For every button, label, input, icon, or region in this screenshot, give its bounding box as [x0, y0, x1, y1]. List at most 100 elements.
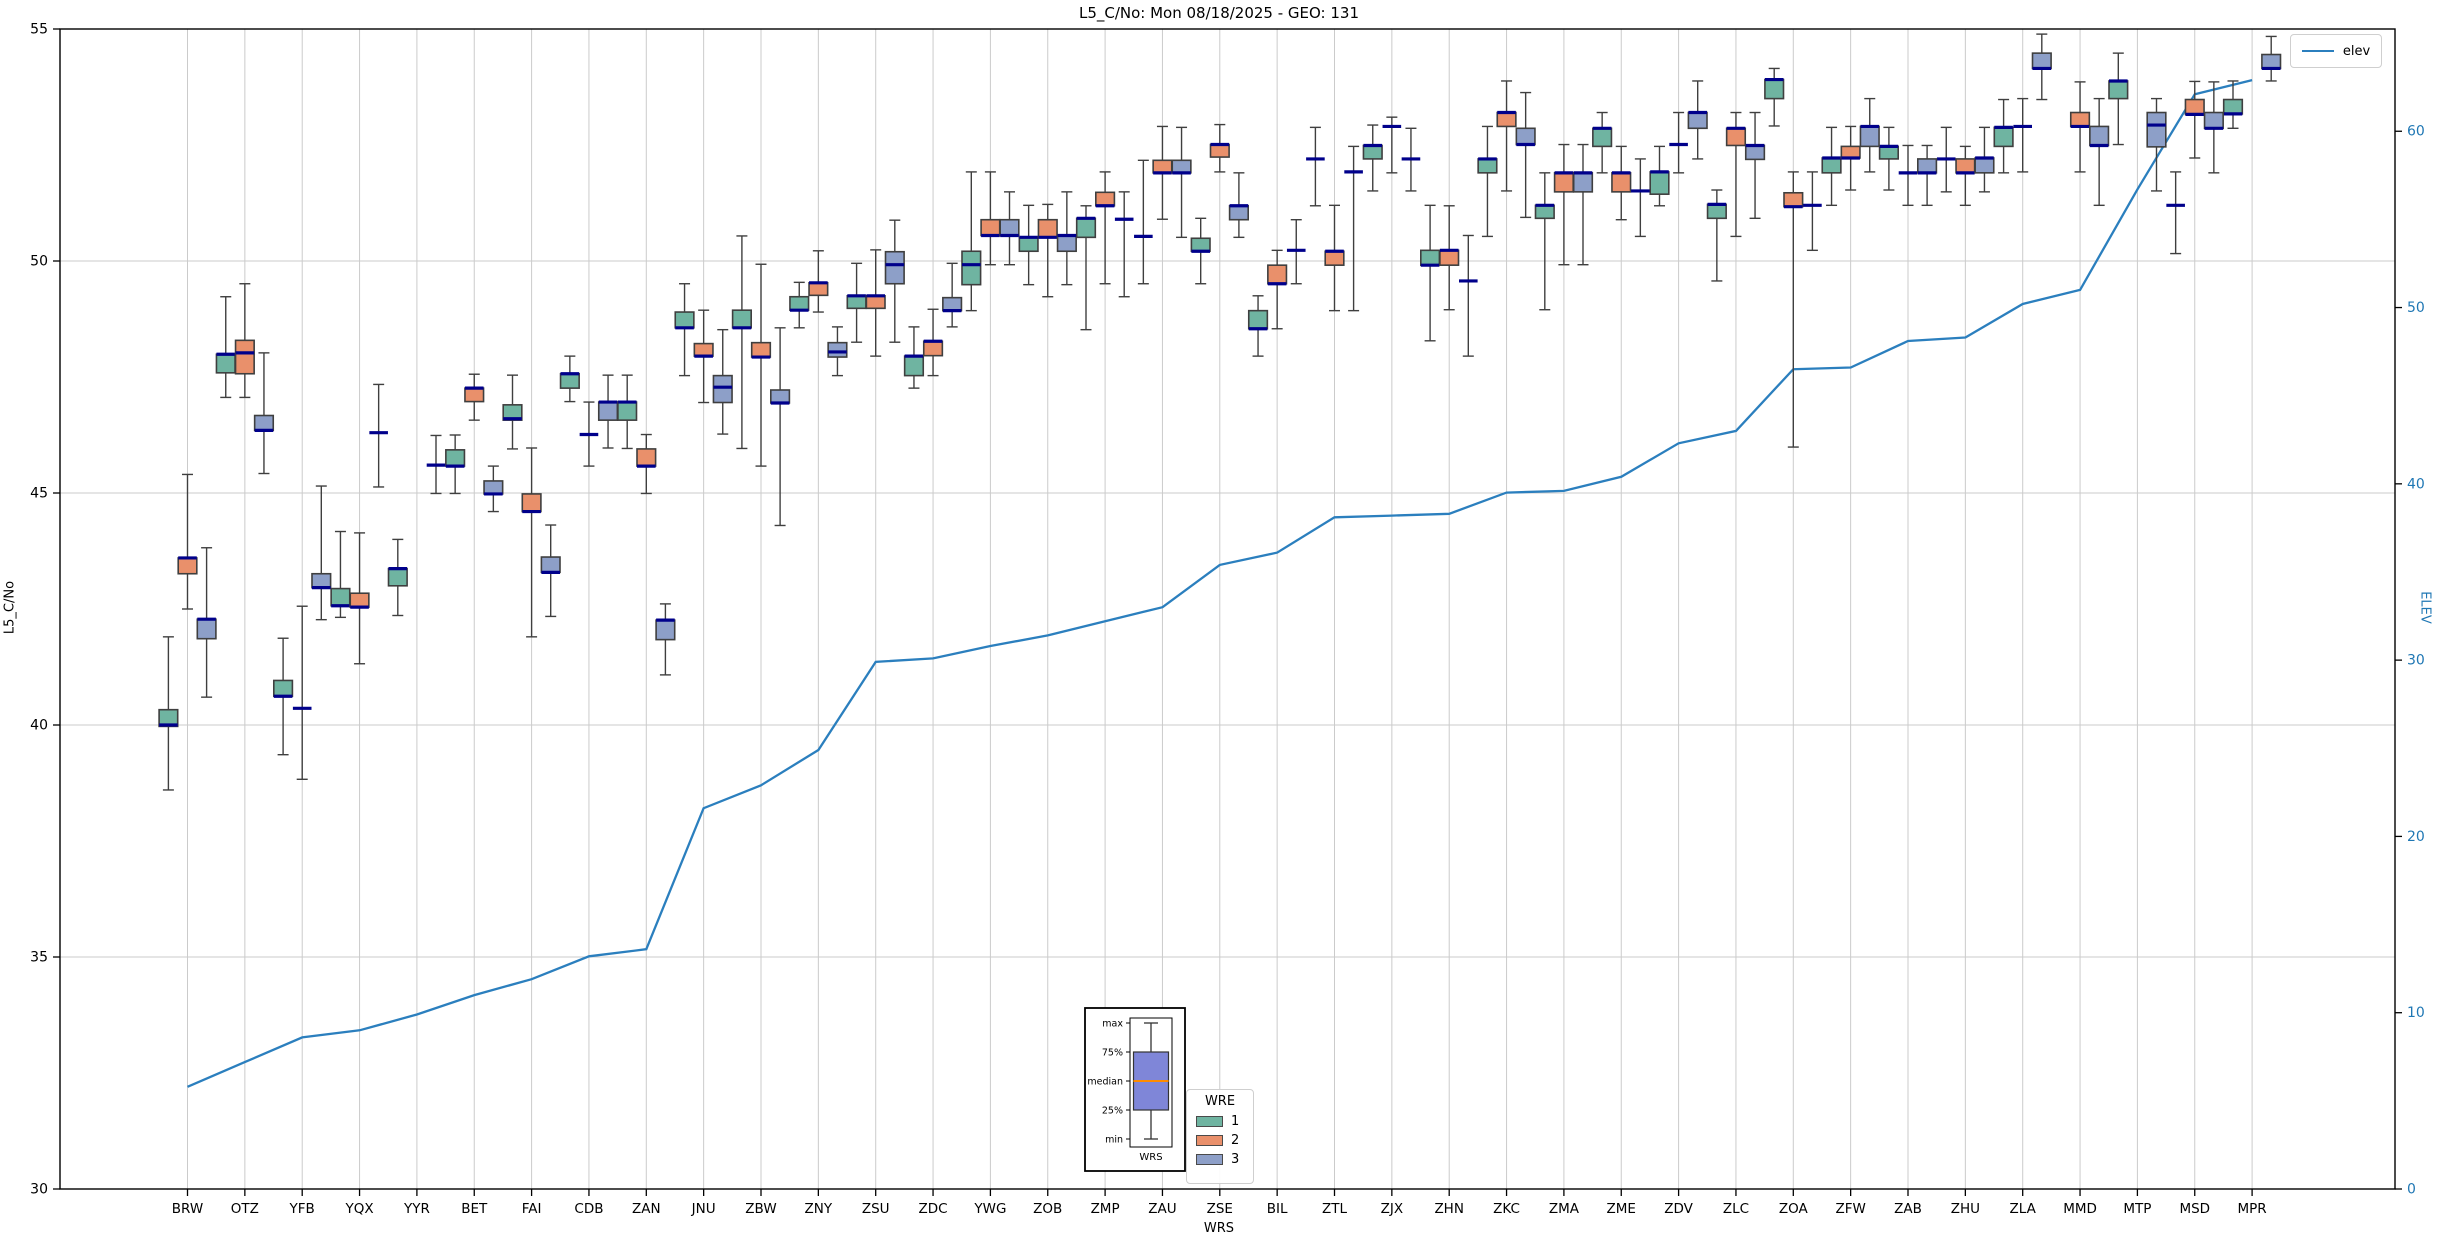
box-ZDV-wre3 [1687, 80, 1708, 160]
box-YFB-wre1 [272, 637, 294, 756]
svg-text:YQX: YQX [344, 1201, 373, 1217]
box-OTZ-wre1 [215, 296, 236, 399]
box-ZMA-wre1 [1534, 172, 1555, 311]
box-ZMP-wre2 [1095, 171, 1116, 285]
box-ZSE-wre1 [1190, 217, 1211, 285]
svg-text:FAI: FAI [522, 1201, 542, 1217]
box-YWG-wre3 [999, 191, 1020, 266]
box-MPR-wre1 [2222, 80, 2244, 129]
wre-legend-entries: 1 2 3 [1187, 1112, 1253, 1169]
box-ZAB-wre3 [1917, 144, 1938, 207]
box-YQX-wre1 [330, 530, 351, 619]
box-MSD-wre3 [2203, 81, 2224, 174]
svg-text:ZDC: ZDC [919, 1201, 948, 1217]
wre-swatch-1 [1196, 1116, 1223, 1127]
wre-legend: WRE 1 2 3 [1186, 1089, 1254, 1184]
boxplot-chart: 3035404550550102030405060BRW OTZ YFB YQX YYR… [30, 22, 2425, 1218]
svg-text:MPR: MPR [2238, 1201, 2267, 1217]
box-ZMA-wre3 [1572, 143, 1594, 266]
svg-text:25%: 25% [1102, 1106, 1123, 1117]
box-ZFW-wre1 [1821, 126, 1842, 207]
svg-text:BET: BET [461, 1201, 488, 1217]
box-ZNY-wre2 [808, 250, 829, 313]
box-YYR-wre3 [426, 434, 446, 495]
svg-text:min: min [1105, 1135, 1123, 1146]
svg-text:YYR: YYR [403, 1201, 430, 1217]
wre-swatch-label: 3 [1231, 1152, 1240, 1167]
box-ZNY-wre1 [789, 281, 810, 329]
inset-boxplot-diagram: max 75% median 25% min WRS [1084, 1007, 1186, 1172]
wre-swatch-label: 2 [1231, 1133, 1240, 1148]
wre-swatch-label: 1 [1231, 1114, 1240, 1129]
svg-text:ZFW: ZFW [1835, 1201, 1865, 1217]
box-JNU-wre2 [693, 309, 714, 404]
svg-text:10: 10 [2407, 1005, 2425, 1021]
gridlines [60, 29, 2395, 1189]
box-ZNY-wre3 [827, 326, 848, 377]
box-FAI-wre1 [502, 374, 523, 450]
box-YYR-wre1 [387, 538, 408, 617]
axis-ticks: 3035404550550102030405060BRW OTZ YFB YQX YYR… [30, 22, 2425, 1218]
box-ZME-wre2 [1611, 145, 1632, 221]
box-ZHU-wre2 [1955, 145, 1976, 207]
box-ZSE-wre3 [1228, 172, 1249, 239]
box-CDB-wre2 [579, 401, 599, 467]
wre-legend-entry-3: 3 [1187, 1150, 1253, 1169]
svg-text:ZMA: ZMA [1549, 1201, 1580, 1217]
svg-text:ZDV: ZDV [1664, 1201, 1693, 1217]
box-ZJX-wre2 [1382, 116, 1402, 174]
svg-text:YFB: YFB [289, 1201, 315, 1217]
svg-text:ZTL: ZTL [1322, 1201, 1347, 1217]
box-ZLC-wre2 [1725, 111, 1747, 238]
box-ZHU-wre1 [1936, 126, 1956, 193]
box-ZFW-wre3 [1859, 97, 1880, 173]
box-ZDC-wre3 [942, 262, 963, 328]
svg-text:YWG: YWG [973, 1201, 1006, 1217]
box-FAI-wre2 [521, 447, 542, 638]
box-ZSU-wre1 [846, 262, 867, 343]
box-ZLA-wre3 [2031, 33, 2052, 101]
box-ZTL-wre1 [1306, 126, 1325, 207]
box-ZLA-wre1 [1993, 98, 2014, 174]
svg-text:ZLC: ZLC [1723, 1201, 1749, 1217]
box-MMD-wre2 [2069, 81, 2091, 173]
svg-text:ZAB: ZAB [1894, 1201, 1922, 1217]
wre-legend-title: WRE [1204, 1094, 1236, 1109]
box-ZOB-wre2 [1037, 203, 1058, 298]
svg-text:50: 50 [30, 254, 48, 270]
box-ZSU-wre2 [865, 249, 886, 357]
box-BIL-wre2 [1267, 249, 1288, 330]
box-ZKC-wre1 [1477, 125, 1498, 238]
box-YQX-wre2 [349, 532, 370, 665]
box-OTZ-wre2 [234, 283, 255, 399]
box-YFB-wre3 [311, 485, 332, 621]
box-BIL-wre3 [1286, 219, 1306, 285]
box-BRW-wre3 [196, 547, 217, 698]
box-MPR-wre3 [2261, 35, 2282, 82]
box-ZLC-wre3 [1744, 111, 1766, 220]
box-BRW-wre2 [177, 473, 198, 610]
box-ZKC-wre3 [1515, 91, 1536, 219]
box-ZAU-wre1 [1134, 159, 1153, 285]
svg-text:ZNY: ZNY [805, 1201, 833, 1217]
svg-text:ZME: ZME [1607, 1201, 1636, 1217]
svg-text:ZHU: ZHU [1951, 1201, 1980, 1217]
box-BET-wre3 [483, 465, 504, 513]
svg-text:max: max [1102, 1019, 1123, 1030]
svg-text:30: 30 [30, 1182, 48, 1198]
box-MTP-wre1 [2108, 52, 2129, 146]
axes-spines [59, 28, 2396, 1190]
x-axis-label: WRS [1203, 1221, 1235, 1236]
box-ZOA-wre3 [1803, 171, 1822, 252]
box-ZAU-wre2 [1152, 125, 1173, 220]
box-MSD-wre1 [2166, 171, 2185, 255]
box-ZAB-wre1 [1878, 126, 1899, 191]
svg-text:WRS: WRS [1139, 1152, 1162, 1163]
elev-legend-label: elev [2342, 43, 2371, 59]
svg-text:MSD: MSD [2179, 1201, 2210, 1217]
box-YWG-wre2 [980, 171, 1001, 266]
svg-text:ZKC: ZKC [1493, 1201, 1520, 1217]
box-FAI-wre3 [540, 524, 561, 618]
svg-text:40: 40 [2407, 476, 2425, 492]
box-ZLC-wre1 [1706, 189, 1727, 282]
